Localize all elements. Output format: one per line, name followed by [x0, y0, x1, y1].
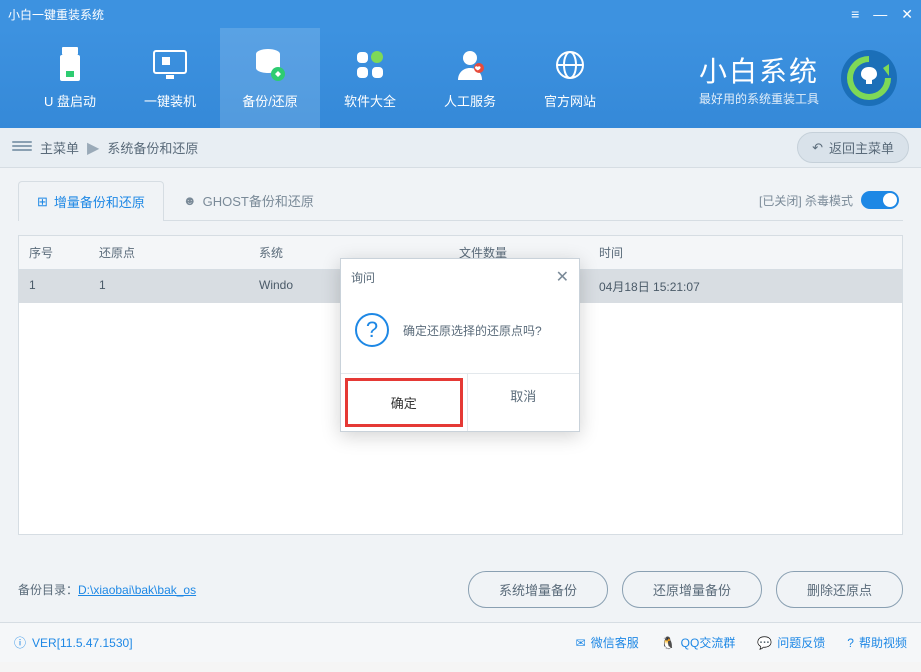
- dialog-close-icon[interactable]: ✕: [556, 267, 569, 287]
- dialog-overlay: 询问 ✕ ? 确定还原选择的还原点吗? 确定 取消: [0, 0, 921, 672]
- dialog-cancel-button[interactable]: 取消: [467, 374, 580, 431]
- dialog-title: 询问: [351, 269, 375, 286]
- confirm-dialog: 询问 ✕ ? 确定还原选择的还原点吗? 确定 取消: [340, 258, 580, 432]
- question-icon: ?: [355, 313, 389, 347]
- dialog-message: 确定还原选择的还原点吗?: [403, 322, 542, 339]
- dialog-ok-button[interactable]: 确定: [345, 378, 463, 427]
